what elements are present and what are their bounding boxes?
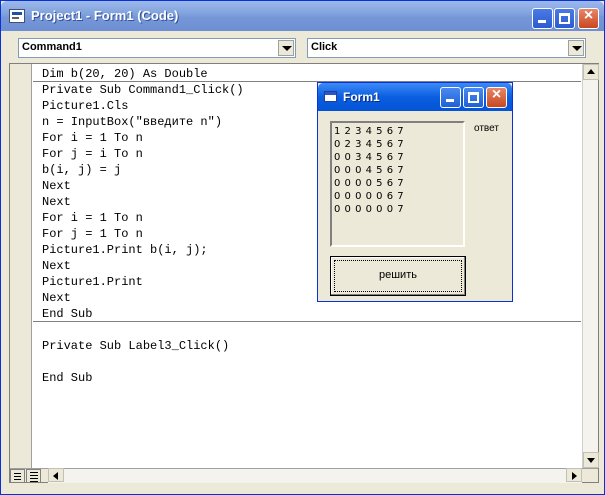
close-icon: × (583, 7, 594, 24)
vertical-scrollbar[interactable] (582, 64, 599, 468)
code-line[interactable]: End Sub (42, 370, 92, 386)
main-title-bar[interactable]: Project1 - Form1 (Code) × (1, 1, 604, 31)
code-line[interactable]: End Sub (42, 306, 92, 322)
code-line[interactable]: Next (42, 290, 71, 306)
code-line[interactable]: Private Sub Command1_Click() (42, 82, 244, 98)
window-title: Project1 - Form1 (Code) (31, 8, 179, 23)
form1-minimize-button[interactable] (440, 87, 461, 108)
code-line[interactable]: Picture1.Print b(i, j); (42, 242, 208, 258)
scroll-right-icon[interactable] (566, 468, 582, 482)
code-line[interactable]: b(i, j) = j (42, 162, 121, 178)
minimize-icon (538, 20, 546, 23)
code-line[interactable]: Next (42, 194, 71, 210)
code-line[interactable]: Next (42, 258, 71, 274)
code-line[interactable]: Dim b(20, 20) As Double (42, 66, 208, 82)
object-combo[interactable]: Command1 (18, 38, 296, 58)
matrix-row: 0 0 0 4 5 6 7 (334, 165, 405, 176)
form1-title-bar[interactable]: Form1 × (318, 83, 512, 111)
procedure-combo-value: Click (311, 41, 338, 53)
close-button[interactable]: × (578, 7, 599, 29)
matrix-row: 0 0 0 0 5 6 7 (334, 178, 405, 189)
minimize-button[interactable] (532, 8, 553, 29)
code-line[interactable]: For j = 1 To n (42, 226, 143, 242)
vb-code-icon[interactable] (9, 9, 25, 23)
matrix-row: 0 2 3 4 5 6 7 (334, 139, 405, 150)
code-line[interactable]: Picture1.Cls (42, 98, 128, 114)
chevron-down-icon[interactable] (568, 40, 584, 56)
code-line[interactable]: Private Sub Label3_Click() (42, 338, 229, 354)
matrix-row: 0 0 3 4 5 6 7 (334, 152, 405, 163)
matrix-row: 0 0 0 0 0 6 7 (334, 191, 405, 202)
margin-indicator-bar[interactable] (10, 64, 32, 468)
solve-button[interactable]: решить (330, 256, 466, 296)
chevron-down-icon[interactable] (278, 40, 294, 56)
code-line[interactable]: Next (42, 178, 71, 194)
main-window: Project1 - Form1 (Code) × Command1 Click… (0, 0, 605, 495)
form1-maximize-button[interactable] (463, 87, 484, 108)
matrix-row: 0 0 0 0 0 0 7 (334, 204, 405, 215)
maximize-icon (468, 92, 479, 103)
maximize-button[interactable] (554, 8, 575, 29)
scroll-left-icon[interactable] (48, 468, 64, 482)
full-module-view-icon[interactable] (26, 469, 41, 483)
code-line[interactable]: Picture1.Print (42, 274, 143, 290)
maximize-icon (559, 13, 570, 24)
horizontal-scrollbar[interactable] (48, 468, 582, 483)
procedure-view-icon[interactable] (10, 469, 25, 483)
code-line[interactable]: For i = 1 To n (42, 130, 143, 146)
matrix-row: 1 2 3 4 5 6 7 (334, 126, 405, 137)
object-combo-value: Command1 (22, 41, 82, 53)
form1-window: Form1 × 1 2 3 4 5 6 7 0 2 3 4 5 6 7 0 0 … (317, 82, 513, 302)
minimize-icon (446, 99, 454, 102)
answer-label[interactable]: ответ (474, 123, 499, 134)
procedure-separator (33, 321, 581, 322)
scroll-down-icon[interactable] (583, 452, 599, 468)
code-line[interactable]: For i = 1 To n (42, 210, 143, 226)
form1-title: Form1 (343, 90, 380, 104)
bottom-bar (10, 468, 598, 483)
code-line[interactable]: For j = i To n (42, 146, 143, 162)
scroll-up-icon[interactable] (583, 64, 599, 80)
picture1-output[interactable]: 1 2 3 4 5 6 7 0 2 3 4 5 6 7 0 0 3 4 5 6 … (330, 121, 465, 247)
procedure-combo[interactable]: Click (307, 38, 586, 58)
form1-close-button[interactable]: × (486, 86, 507, 108)
close-icon: × (491, 86, 502, 103)
code-line[interactable]: n = InputBox("введите n") (42, 114, 222, 130)
solve-button-label: решить (379, 269, 417, 281)
form-icon[interactable] (324, 91, 337, 102)
